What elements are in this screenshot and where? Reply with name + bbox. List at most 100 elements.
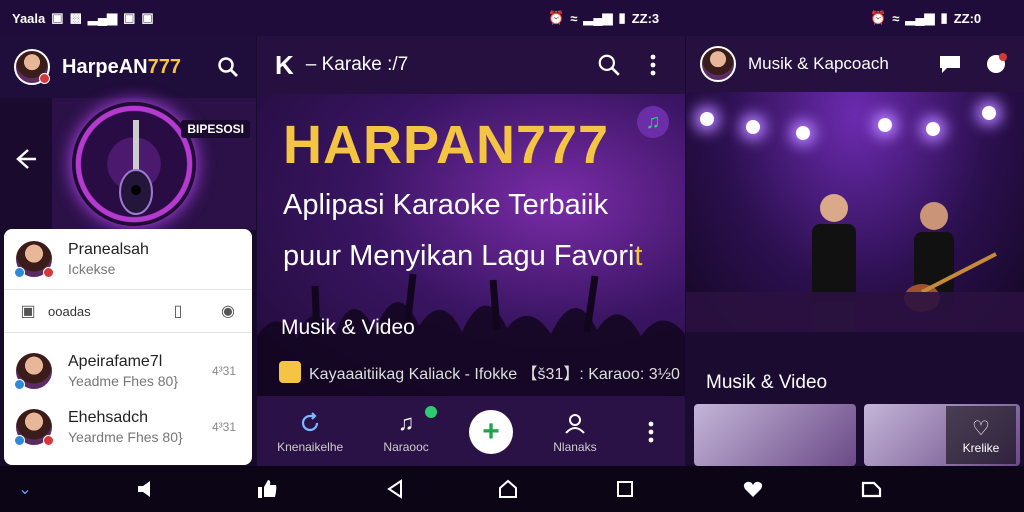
contact-meta: 4³31 xyxy=(211,420,236,434)
battery-icon: ▮ xyxy=(618,10,626,25)
verified-badge xyxy=(14,267,25,278)
tagline-line-1: Aplipasi Karaoke Terbaiik xyxy=(283,189,609,221)
more-options-icon[interactable] xyxy=(639,51,667,79)
document-icon[interactable]: ▣ xyxy=(18,301,38,321)
photo-icon: ▣ xyxy=(141,10,154,25)
tagline-line-2: puur Menyikan Lagu Favorit xyxy=(283,240,643,272)
info-line[interactable]: Kayaaaitiikag Kaliack - Ifokke 【š31】: Ka… xyxy=(279,360,680,384)
hero-banner: BIPESOSI xyxy=(0,98,256,230)
back-icon[interactable] xyxy=(384,478,406,500)
nav-item-refresh[interactable]: Knenaikelhe xyxy=(277,410,343,454)
right-panel: Musik & Kapcoach Musik & Video ♡ Krelike xyxy=(686,36,1024,466)
search-icon[interactable] xyxy=(595,51,623,79)
status-badge xyxy=(43,267,54,278)
nav-item-music[interactable]: ♫ Naraooc xyxy=(383,406,437,454)
refresh-icon xyxy=(297,410,323,436)
app-logo: K xyxy=(275,49,294,80)
performers-silhouette xyxy=(686,194,1024,332)
avatar xyxy=(14,407,54,447)
clock-text: ZZ:3 xyxy=(631,10,660,26)
list-item[interactable]: Apeirafame7l Yeadme Fhes 80} 4³31 xyxy=(4,343,252,399)
avatar[interactable] xyxy=(700,46,736,82)
music-note-icon: ♫ xyxy=(397,410,415,435)
share-icon[interactable] xyxy=(860,478,882,500)
hero-label: BIPESOSI xyxy=(181,120,250,138)
location-icon[interactable]: ◉ xyxy=(218,301,238,321)
list-item[interactable]: Pranealsah Ickekse xyxy=(4,229,252,289)
bottom-navigation: Knenaikelhe ♫ Naraooc + Nlanaks xyxy=(257,398,685,466)
avatar xyxy=(14,239,54,279)
guitar-icon xyxy=(119,120,153,215)
add-button[interactable]: + xyxy=(469,410,513,454)
video-thumbnail[interactable] xyxy=(694,404,856,466)
status-bar-right: ⏰ ≈ ▂▄▆ ▮ ZZ:0 xyxy=(870,0,987,36)
section-label: Musik & Video xyxy=(281,316,415,339)
video-thumbnails: ♡ Krelike xyxy=(694,404,1020,466)
list-item[interactable]: Ehehsadch Yeardme Fhes 80} 4³31 xyxy=(4,399,252,455)
thumbs-up-icon[interactable] xyxy=(256,478,278,500)
contact-name: Ehehsadch xyxy=(68,409,149,426)
section-label: Musik & Video xyxy=(706,372,828,393)
thumbnail-overlay: ♡ Krelike xyxy=(946,406,1016,464)
recents-icon[interactable] xyxy=(614,478,636,500)
chevron-down-icon[interactable]: ⌄ xyxy=(14,478,36,500)
speaker-icon[interactable] xyxy=(136,478,158,500)
hero-banner: HARPAN777 ♫ Aplipasi Karaoke Terbaiik pu… xyxy=(257,94,685,396)
status-bar-middle: ⏰ ≈ ▂▄▆ ▮ ZZ:3 xyxy=(548,0,665,36)
contact-name: Apeirafame7l xyxy=(68,353,163,370)
stage-performance-image xyxy=(686,92,1024,332)
notification-icon: ▩ xyxy=(69,10,82,25)
verified-badge xyxy=(14,435,25,446)
message-icon[interactable] xyxy=(982,50,1010,78)
avatar[interactable] xyxy=(14,49,50,85)
action-bar: ▣ ooadas ▯ ◉ xyxy=(4,289,252,333)
profile-icon xyxy=(562,410,588,436)
signal-icon: ▂▄▆ xyxy=(87,10,118,25)
heart-icon[interactable]: ♡ xyxy=(972,416,990,441)
favorite-icon[interactable] xyxy=(742,478,764,500)
left-panel: HarpeAN777 BIPESOSI Pranealsah Ickekse ▣… xyxy=(0,36,256,466)
signal-icon: ▂▄▆ xyxy=(905,10,935,25)
status-bar-left: Yaala ▣ ▩ ▂▄▆ ▣ ▣ xyxy=(12,0,160,36)
message-icon: ▣ xyxy=(123,10,136,25)
notification-badge xyxy=(424,406,437,418)
action-label[interactable]: ooadas xyxy=(48,304,158,319)
app-title: Musik & Kapcoach xyxy=(748,54,889,73)
left-app-bar: HarpeAN777 xyxy=(0,36,256,98)
verified-badge xyxy=(14,379,25,390)
signal-icon: ▂▄▆ xyxy=(583,10,613,25)
video-thumbnail[interactable]: ♡ Krelike xyxy=(864,404,1020,466)
bluetooth-icon: ≈ xyxy=(892,10,900,26)
karaoke-app-icon xyxy=(279,361,301,383)
contact-card: Pranealsah Ickekse ▣ ooadas ▯ ◉ Apeirafa… xyxy=(4,229,252,465)
battery-icon: ▮ xyxy=(940,10,948,25)
right-app-bar: Musik & Kapcoach xyxy=(686,36,1024,92)
system-navigation-bar: ⌄ xyxy=(0,466,1024,512)
home-icon[interactable] xyxy=(497,478,519,500)
contact-subtitle: Yeardme Fhes 80} xyxy=(68,429,183,445)
carrier-label: Yaala xyxy=(12,10,46,26)
wifi-icon: ≈ xyxy=(570,10,578,26)
alarm-icon: ⏰ xyxy=(548,10,565,25)
music-note-icon: ♫ xyxy=(637,106,669,138)
status-badge xyxy=(39,73,50,84)
status-badge xyxy=(43,435,54,446)
middle-app-bar: K – Karake :/7 xyxy=(257,36,685,94)
contact-name: Pranealsah xyxy=(68,241,149,258)
app-title: – Karake :/7 xyxy=(305,54,409,75)
more-options-icon[interactable] xyxy=(637,418,665,446)
alarm-icon: ⏰ xyxy=(870,10,887,25)
trash-icon[interactable]: ▯ xyxy=(168,301,188,321)
chat-icon[interactable] xyxy=(936,50,964,78)
search-icon[interactable] xyxy=(214,53,242,81)
sim-icon: ▣ xyxy=(51,10,64,25)
avatar xyxy=(14,351,54,391)
app-title: HarpeAN777 xyxy=(62,55,181,78)
nav-item-profile[interactable]: Nlanaks xyxy=(553,410,597,454)
contact-subtitle: Ickekse xyxy=(68,261,116,277)
brand-title: HARPAN777 xyxy=(283,115,610,175)
clock-text: ZZ:0 xyxy=(953,10,982,26)
contact-meta: 4³31 xyxy=(211,364,236,378)
contact-subtitle: Yeadme Fhes 80} xyxy=(68,373,179,389)
back-arrow-icon[interactable] xyxy=(14,146,40,172)
